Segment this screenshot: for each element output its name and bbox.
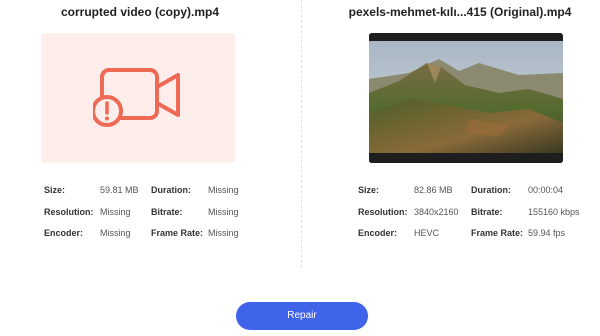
corrupted-filename: corrupted video (copy).mp4 (60, 5, 220, 19)
frame-rate-label: Frame Rate: (471, 228, 524, 238)
encoder-label: Encoder: (358, 228, 398, 238)
bitrate-value: Missing (208, 206, 239, 217)
size-label: Size: (44, 185, 66, 195)
video-thumbnail[interactable] (369, 33, 563, 163)
repair-button[interactable]: Repair (236, 302, 368, 330)
sample-video-panel: pexels-mehmet-kılı...415 (Original).mp4 (300, 0, 600, 280)
bitrate-label: Bitrate: (471, 206, 503, 217)
broken-video-icon (93, 68, 180, 127)
corrupted-video-panel: corrupted video (copy).mp4 Size: 59.81 M… (0, 0, 300, 280)
bitrate-label: Bitrate: (151, 206, 183, 217)
mountain-landscape-image (369, 33, 563, 163)
encoder-value: HEVC (414, 228, 440, 238)
resolution-label: Resolution: (44, 206, 94, 217)
resolution-value: Missing (100, 206, 131, 217)
frame-rate-label: Frame Rate: (151, 228, 204, 238)
resolution-label: Resolution: (358, 206, 408, 217)
bitrate-value: 155160 kbps (528, 206, 580, 217)
duration-label: Duration: (151, 185, 191, 195)
sample-filename: pexels-mehmet-kılı...415 (Original).mp4 (348, 5, 572, 19)
duration-value: 00:00:04 (528, 185, 564, 195)
corrupted-preview (41, 33, 235, 163)
frame-rate-value: Missing (208, 228, 239, 238)
size-value: 82.86 MB (414, 185, 453, 195)
duration-value: Missing (208, 185, 239, 195)
encoder-value: Missing (100, 228, 131, 238)
frame-rate-value: 59.94 fps (528, 228, 566, 238)
size-label: Size: (358, 185, 380, 195)
duration-label: Duration: (471, 185, 511, 195)
resolution-value: 3840x2160 (414, 206, 459, 217)
size-value: 59.81 MB (100, 185, 139, 195)
encoder-label: Encoder: (44, 228, 84, 238)
